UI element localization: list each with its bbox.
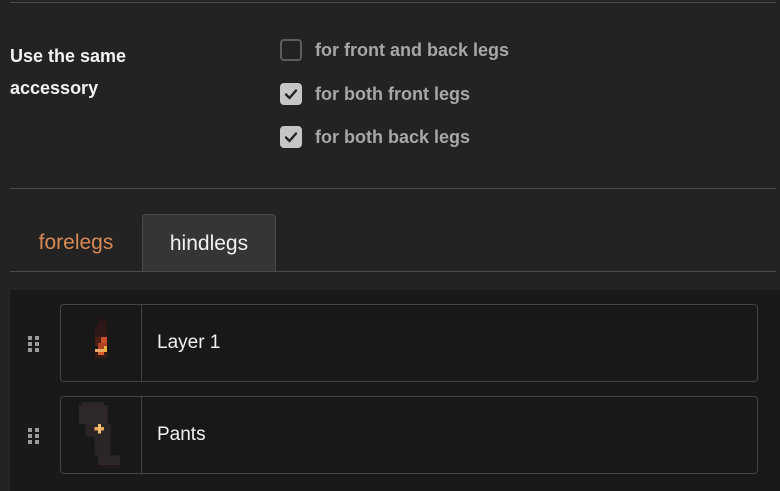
option-front-and-back-legs[interactable]: for front and back legs (280, 37, 509, 63)
layer-list: Layer 1 Pants (10, 290, 780, 491)
option-label-both-back-legs: for both back legs (315, 126, 471, 147)
checkbox-front-and-back-legs[interactable] (280, 39, 302, 61)
layer-thumbnail (61, 397, 142, 473)
tab-forelegs[interactable]: forelegs (10, 214, 142, 272)
checkbox-both-back-legs[interactable] (280, 126, 302, 148)
layer-name: Layer 1 (157, 332, 221, 353)
drag-handle-icon[interactable] (26, 334, 42, 354)
checkbox-both-front-legs[interactable] (280, 83, 302, 105)
checkmark-icon (284, 132, 298, 143)
checkmark-icon (284, 89, 298, 100)
layer-card-pants[interactable]: Pants (60, 396, 758, 474)
option-both-back-legs[interactable]: for both back legs (280, 124, 470, 150)
layer-row: Pants (10, 396, 780, 476)
sprite-thumbnail-icon (95, 319, 107, 358)
tab-hindlegs[interactable]: hindlegs (142, 214, 276, 272)
layer-name: Pants (157, 424, 206, 445)
layer-card-layer-1[interactable]: Layer 1 (60, 304, 758, 382)
drag-handle-icon[interactable] (26, 426, 42, 446)
option-label-both-front-legs: for both front legs (315, 83, 470, 104)
sprite-thumbnail-icon (79, 402, 120, 468)
layer-thumbnail (61, 305, 142, 381)
layer-row: Layer 1 (10, 304, 780, 384)
section-divider (10, 188, 776, 189)
tabs-underline (10, 271, 776, 272)
same-accessory-label: Use the same accessory (10, 46, 127, 98)
option-both-front-legs[interactable]: for both front legs (280, 81, 470, 107)
top-divider (10, 2, 776, 3)
option-label-front-and-back-legs: for front and back legs (315, 39, 510, 60)
leg-tabs: forelegs hindlegs (10, 214, 776, 272)
